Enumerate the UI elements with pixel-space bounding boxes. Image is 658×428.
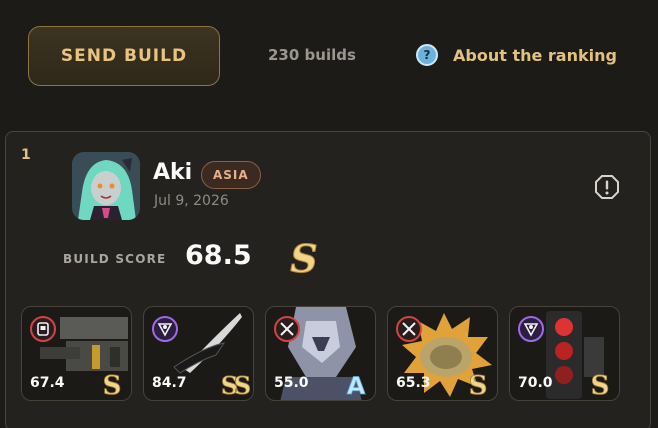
svg-text:S: S bbox=[469, 371, 488, 399]
leaderboard-entry-card[interactable]: 1 Aki ASIA Jul 9, 2026 BUILD SCORE 68.5 … bbox=[5, 131, 651, 428]
swing-jazz-set-icon bbox=[518, 316, 544, 342]
build-score-value: 68.5 bbox=[185, 240, 252, 271]
drive-disc-slot-2[interactable]: 84.7 SS bbox=[143, 306, 254, 401]
rank-number: 1 bbox=[21, 147, 31, 163]
drive-disc-slot-4[interactable]: 65.3 S bbox=[387, 306, 498, 401]
send-build-button[interactable]: SEND BUILD bbox=[28, 26, 220, 86]
svg-text:S: S bbox=[591, 371, 610, 399]
hacker-set-icon bbox=[30, 316, 56, 342]
avatar bbox=[72, 152, 140, 220]
swing-jazz-set-icon bbox=[152, 316, 178, 342]
score-grade-s-icon: S bbox=[290, 236, 318, 280]
question-circle-icon: ? bbox=[416, 44, 438, 66]
grade-s-icon: S bbox=[102, 371, 122, 399]
svg-text:SS: SS bbox=[221, 371, 250, 399]
disc-score: 67.4 bbox=[30, 375, 65, 391]
disc-score: 70.0 bbox=[518, 375, 553, 391]
svg-text:A: A bbox=[347, 372, 366, 399]
svg-text:S: S bbox=[103, 371, 122, 399]
grade-s-icon: S bbox=[590, 371, 610, 399]
crossed-swords-set-icon bbox=[274, 316, 300, 342]
build-count: 230 builds bbox=[268, 46, 356, 64]
alert-circle-icon[interactable] bbox=[594, 174, 620, 200]
about-ranking-link[interactable]: ? About the ranking bbox=[416, 44, 617, 66]
drive-disc-slot-1[interactable]: 67.4 S bbox=[21, 306, 132, 401]
region-badge: ASIA bbox=[201, 161, 261, 189]
drive-disc-slot-5[interactable]: 70.0 S bbox=[509, 306, 620, 401]
player-name: Aki bbox=[153, 160, 193, 185]
crossed-swords-set-icon bbox=[396, 316, 422, 342]
build-score-label: BUILD SCORE bbox=[63, 252, 167, 266]
top-bar: SEND BUILD 230 builds ? About the rankin… bbox=[0, 0, 658, 112]
grade-a-icon: A bbox=[346, 372, 366, 399]
grade-s-icon: S bbox=[468, 371, 488, 399]
grade-ss-icon: SS bbox=[221, 371, 252, 399]
disc-score: 65.3 bbox=[396, 375, 431, 391]
disc-score: 55.0 bbox=[274, 375, 309, 391]
disc-score: 84.7 bbox=[152, 375, 187, 391]
svg-text:S: S bbox=[290, 236, 317, 280]
build-date: Jul 9, 2026 bbox=[154, 193, 229, 209]
drive-disc-slot-3[interactable]: 55.0 A bbox=[265, 306, 376, 401]
about-ranking-label: About the ranking bbox=[453, 45, 617, 65]
